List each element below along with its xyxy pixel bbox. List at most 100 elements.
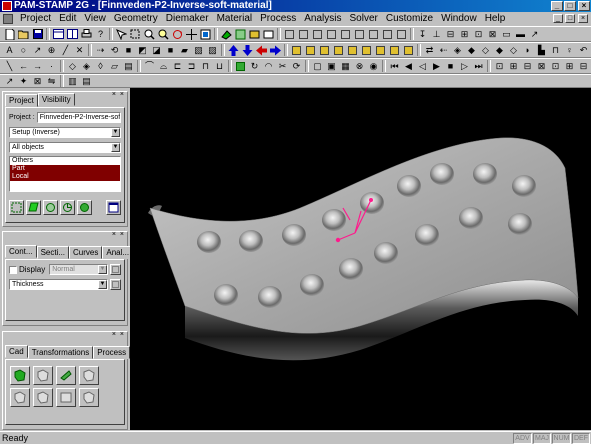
draw-line-icon[interactable]: ╲	[3, 60, 16, 73]
menu-help[interactable]: Help	[481, 12, 510, 26]
view-top-icon[interactable]	[283, 28, 296, 41]
text-icon[interactable]: A	[3, 44, 16, 57]
node-icon[interactable]: ⊠	[486, 28, 499, 41]
blank-icon[interactable]	[332, 44, 345, 57]
tab-cad[interactable]: Cad	[5, 345, 28, 358]
solid-icon[interactable]: ▰	[178, 44, 191, 57]
trim-icon[interactable]: ⊐	[185, 60, 198, 73]
surface-icon[interactable]: ◪	[150, 44, 163, 57]
step-back-icon[interactable]: ◁	[416, 60, 429, 73]
tab-visibility[interactable]: Visibility	[37, 93, 75, 106]
zoom-icon[interactable]	[143, 28, 156, 41]
refresh-visibility-icon[interactable]	[77, 200, 92, 215]
move-up-icon[interactable]	[227, 44, 240, 57]
menu-project[interactable]: Project	[16, 12, 55, 26]
zoom-in-icon[interactable]	[157, 28, 170, 41]
results-5-icon[interactable]: ⊡	[549, 60, 562, 73]
document-icon[interactable]	[3, 14, 13, 24]
minimize-button[interactable]: _	[551, 1, 563, 11]
fit-view-icon[interactable]	[199, 28, 212, 41]
mesh-refine-icon[interactable]: ◇	[66, 60, 79, 73]
edge-icon[interactable]: ▬	[514, 28, 527, 41]
results-7-icon[interactable]: ⊟	[577, 60, 590, 73]
menu-process[interactable]: Process	[256, 12, 300, 26]
cad-delete-icon[interactable]	[79, 388, 99, 407]
tab-contour[interactable]: Cont...	[5, 245, 37, 258]
cad-offset-icon[interactable]	[10, 388, 30, 407]
view-back-icon[interactable]	[353, 28, 366, 41]
3d-viewport[interactable]	[130, 88, 591, 430]
section-icon[interactable]: ▨	[206, 44, 219, 57]
contour-panel-handle[interactable]: × ×	[112, 231, 125, 238]
new-file-icon[interactable]	[3, 28, 16, 41]
tab-transformations[interactable]: Transformations	[27, 346, 94, 359]
curve-icon[interactable]: ⌒	[143, 60, 156, 73]
key-icon[interactable]: ♀	[563, 44, 576, 57]
list-item-part[interactable]: Part	[10, 165, 120, 173]
view-iso-icon[interactable]	[367, 28, 380, 41]
cut-icon[interactable]: ✂	[276, 60, 289, 73]
results-2-icon[interactable]: ⊞	[507, 60, 520, 73]
menu-customize[interactable]: Customize	[382, 12, 437, 26]
menu-window[interactable]: Window	[437, 12, 481, 26]
node-select-icon[interactable]: ✦	[17, 75, 30, 87]
punch-icon[interactable]	[304, 44, 317, 57]
grid-icon[interactable]: ⊞	[458, 28, 471, 41]
surface-display-icon[interactable]	[248, 28, 261, 41]
visibility-window-icon[interactable]	[106, 200, 121, 215]
window-layout-icon[interactable]	[52, 28, 65, 41]
element-icon[interactable]: ▭	[500, 28, 513, 41]
play-icon[interactable]: ▶	[430, 60, 443, 73]
close-button[interactable]: ×	[578, 1, 590, 11]
invert-visibility-icon[interactable]	[60, 200, 75, 215]
menu-edit[interactable]: Edit	[55, 12, 80, 26]
extend-icon[interactable]: ⊔	[213, 60, 226, 73]
frame-icon[interactable]: ▣	[325, 60, 338, 73]
contour-field-select[interactable]: Thickness ▼	[9, 279, 108, 290]
move-down-icon[interactable]	[241, 44, 254, 57]
stop-icon[interactable]: ■	[122, 44, 135, 57]
cad-import-icon[interactable]	[10, 366, 30, 385]
stop-anim-icon[interactable]: ■	[444, 60, 457, 73]
help-icon[interactable]: ?	[94, 28, 107, 41]
wireframe-icon[interactable]	[262, 28, 275, 41]
step-forward-icon[interactable]: ▷	[458, 60, 471, 73]
pin-icon[interactable]: ↧	[416, 28, 429, 41]
split-view-icon[interactable]	[66, 28, 79, 41]
tab-section[interactable]: Secti...	[36, 246, 70, 259]
tab-project[interactable]: Project	[5, 94, 38, 107]
shape-1-icon[interactable]: ◆	[465, 44, 478, 57]
objects-select[interactable]: All objects ▼	[9, 142, 121, 153]
cad-panel-handle[interactable]: × ×	[112, 331, 125, 338]
arrow-tool-icon[interactable]: ↗	[31, 44, 44, 57]
blade-icon[interactable]: ◗	[521, 44, 534, 57]
fillet-icon[interactable]: ⌓	[157, 60, 170, 73]
view-front-icon[interactable]	[297, 28, 310, 41]
results-1-icon[interactable]: ⊡	[493, 60, 506, 73]
select-pick-icon[interactable]	[115, 28, 128, 41]
maximize-button[interactable]: □	[564, 1, 576, 11]
section-cut-icon[interactable]: ⊠	[31, 75, 44, 87]
measure-icon[interactable]: ⊟	[444, 28, 457, 41]
menu-geometry[interactable]: Geometry	[110, 12, 162, 26]
mesh-smooth-icon[interactable]: ▱	[108, 60, 121, 73]
block-icon[interactable]: ■	[164, 44, 177, 57]
box-select-icon[interactable]: ▢	[311, 60, 324, 73]
point-icon[interactable]: ·	[45, 60, 58, 73]
zoom-window-icon[interactable]	[129, 28, 142, 41]
mesh-display-icon[interactable]	[234, 28, 247, 41]
circle-tool-icon[interactable]: ○	[17, 44, 30, 57]
mesh-check-icon[interactable]: ◊	[94, 60, 107, 73]
cad-trim-icon[interactable]	[79, 366, 99, 385]
mesh-coarse-icon[interactable]: ◈	[80, 60, 93, 73]
chevron-down-icon[interactable]: ▼	[98, 265, 107, 274]
tool-8-icon[interactable]	[388, 44, 401, 57]
arc-icon[interactable]: ◠	[262, 60, 275, 73]
contour-green-icon[interactable]	[234, 60, 247, 73]
binder-icon[interactable]	[318, 44, 331, 57]
annotate-icon[interactable]: ⊕	[45, 44, 58, 57]
legend-icon[interactable]: ▤	[80, 75, 93, 87]
line-tool-icon[interactable]: ╱	[59, 44, 72, 57]
hatch-icon[interactable]: ▦	[339, 60, 352, 73]
field-options-icon[interactable]	[110, 279, 121, 290]
